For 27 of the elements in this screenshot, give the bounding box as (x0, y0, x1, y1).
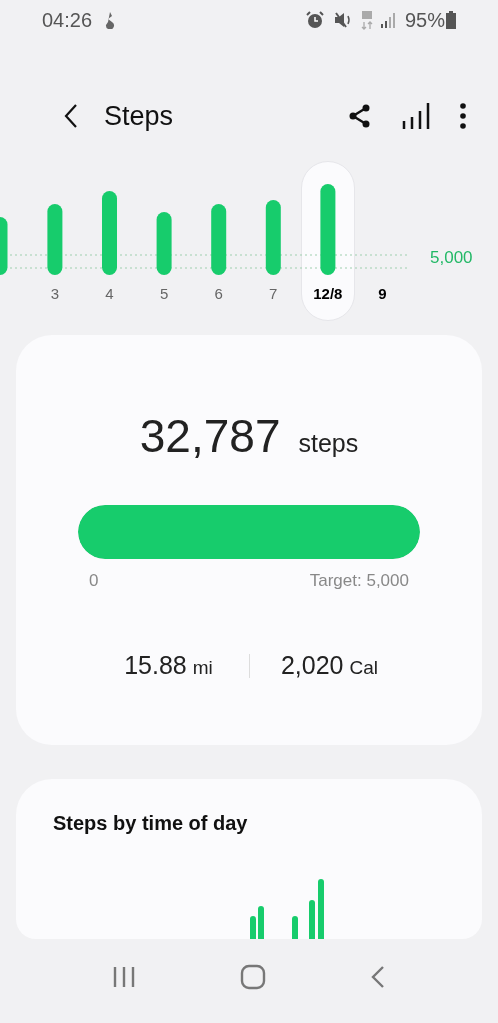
stat-unit: Cal (349, 657, 379, 679)
page-title: Steps (104, 100, 175, 132)
stat-unit: mi (192, 657, 213, 679)
stat-value: 2,020 (280, 651, 344, 680)
mute-icon (332, 10, 353, 30)
signal-icon (380, 11, 397, 29)
card-title: Steps by time of day (53, 812, 248, 835)
day-label[interactable]: 4 (82, 284, 137, 321)
more-icon[interactable] (460, 103, 466, 129)
progress-start: 0 (89, 571, 99, 591)
alarm-icon (304, 10, 325, 30)
back-icon[interactable] (64, 103, 78, 129)
day-label[interactable]: 9 (355, 284, 410, 321)
progress-target: Target: 5,000 (309, 571, 409, 591)
battery-percent: 95% (404, 8, 445, 32)
share-icon[interactable] (348, 104, 372, 128)
day-label[interactable]: 6 (191, 284, 246, 321)
day-label[interactable]: 5 (136, 284, 192, 321)
stat-value: 15.88 (124, 651, 187, 680)
bar-chart-icon[interactable] (402, 101, 430, 131)
status-time: 04:26 (42, 8, 93, 32)
step-count: 32,787 (139, 409, 281, 463)
battery-icon (446, 10, 456, 30)
target-label: 5,000 (430, 248, 473, 268)
step-unit: steps (298, 429, 359, 458)
day-label[interactable]: 7 (245, 284, 301, 321)
day-label[interactable]: 3 (27, 284, 83, 321)
